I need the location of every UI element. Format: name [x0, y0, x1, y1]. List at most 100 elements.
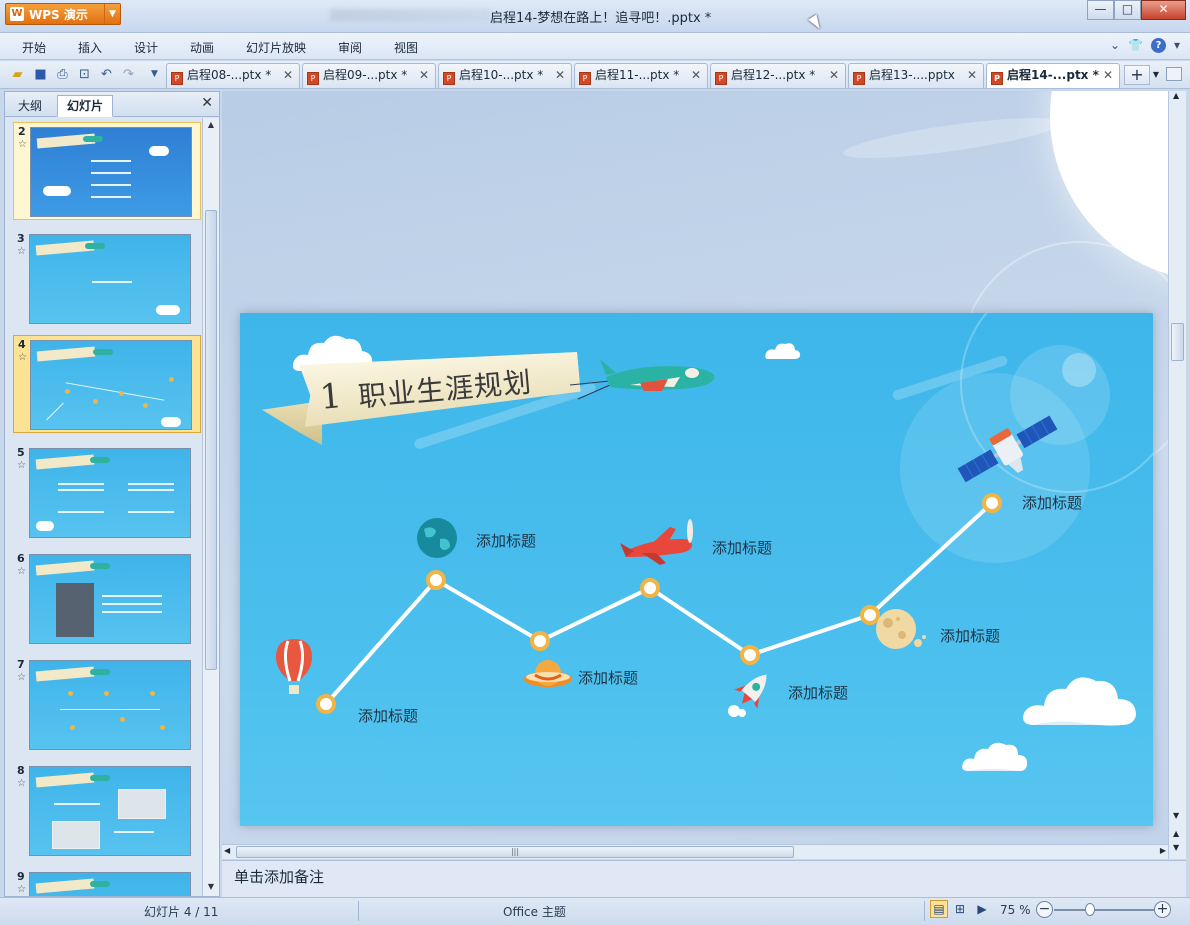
slide-sorter-icon[interactable]: ⊞: [951, 900, 969, 918]
next-slide-icon[interactable]: ▼: [1173, 843, 1179, 852]
slide-thumb-9[interactable]: 9 ☆: [13, 868, 201, 896]
waypoint-label-6[interactable]: 添加标题: [940, 625, 1000, 646]
career-route: [316, 493, 1002, 714]
scroll-left-icon[interactable]: ◀: [224, 846, 230, 855]
divider: [924, 901, 925, 921]
slide-thumb-3[interactable]: 3 ☆: [13, 230, 201, 328]
tab-close-icon[interactable]: ✕: [691, 64, 701, 86]
menu-view[interactable]: 视图: [394, 39, 418, 56]
light-streak: [841, 109, 1063, 167]
tab-close-icon[interactable]: ✕: [1103, 64, 1113, 86]
close-button[interactable]: ✕: [1141, 0, 1186, 20]
undo-icon[interactable]: ↶: [98, 66, 115, 83]
tab-list-icon[interactable]: [1166, 67, 1182, 81]
tab-08[interactable]: P 启程08-...ptx * ✕: [166, 63, 300, 88]
tab-12[interactable]: P 启程12-...ptx * ✕: [710, 63, 846, 88]
pptx-file-icon: P: [853, 72, 865, 85]
slide-thumb-8[interactable]: 8 ☆: [13, 762, 201, 860]
theme-name[interactable]: Office 主题: [503, 903, 566, 920]
open-folder-icon[interactable]: ▰: [9, 66, 26, 83]
zoom-level[interactable]: 75 %: [1000, 903, 1031, 917]
print-icon[interactable]: ⎙: [54, 66, 71, 83]
tab-close-icon[interactable]: ✕: [967, 64, 977, 86]
zoom-slider-knob[interactable]: [1085, 903, 1095, 916]
ribbon-collapse-icon[interactable]: ⌄: [1110, 38, 1120, 53]
divider: [358, 901, 359, 921]
customize-dropdown-icon[interactable]: ▼: [146, 66, 163, 83]
slide-counter: 幻灯片 4 / 11: [144, 905, 219, 919]
scroll-thumb[interactable]: [1171, 323, 1184, 361]
menu-insert[interactable]: 插入: [78, 39, 102, 56]
panel-close-icon[interactable]: ✕: [201, 95, 213, 111]
vertical-scrollbar[interactable]: ▲ ▼ ▲ ▼: [1168, 91, 1186, 859]
slide-thumb-5[interactable]: 5 ☆: [13, 444, 201, 542]
menu-slideshow[interactable]: 幻灯片放映: [246, 39, 306, 56]
slide-thumb-7[interactable]: 7 ☆: [13, 656, 201, 754]
app-menu-button[interactable]: W WPS 演示 ▼: [5, 3, 121, 25]
waypoint-label-1[interactable]: 添加标题: [358, 705, 418, 726]
scroll-thumb[interactable]: [205, 210, 217, 670]
tab-dropdown-icon[interactable]: ▼: [1150, 65, 1162, 85]
new-tab-button[interactable]: +: [1124, 65, 1150, 85]
tab-close-icon[interactable]: ✕: [419, 64, 429, 86]
tab-close-icon[interactable]: ✕: [283, 64, 293, 86]
scroll-down-icon[interactable]: ▼: [1173, 811, 1179, 820]
zoom-slider[interactable]: [1054, 909, 1154, 911]
waypoint-label-2[interactable]: 添加标题: [476, 530, 536, 551]
menu-home[interactable]: 开始: [22, 39, 46, 56]
animation-star-icon: ☆: [17, 460, 26, 471]
tab-14-active[interactable]: P 启程14-...ptx * ✕: [986, 63, 1120, 88]
pptx-file-icon: P: [307, 72, 319, 85]
slide-canvas[interactable]: 1 职业生涯规划 添加标题 添加标题 添加标题 添加标题 添加标题 添加标题 添…: [240, 313, 1153, 826]
menu-animation[interactable]: 动画: [190, 39, 214, 56]
help-icon[interactable]: ?: [1150, 38, 1166, 53]
thumbnails-scrollbar[interactable]: ▲ ▼: [202, 118, 219, 896]
waypoint-label-7[interactable]: 添加标题: [1022, 492, 1082, 513]
slide-editor: 1 职业生涯规划 添加标题 添加标题 添加标题 添加标题 添加标题 添加标题 添…: [222, 91, 1168, 844]
quick-access-toolbar: ▰ ■ ⎙ ⊡ ↶ ↷ ▼ P 启程08-...ptx * ✕ P 启程09-...…: [0, 61, 1190, 89]
tab-10[interactable]: P 启程10-...ptx * ✕: [438, 63, 572, 88]
scroll-up-icon[interactable]: ▲: [1173, 91, 1179, 100]
zoom-in-icon[interactable]: +: [1154, 901, 1171, 918]
tab-09[interactable]: P 启程09-...ptx * ✕: [302, 63, 436, 88]
scroll-right-icon[interactable]: ▶: [1160, 846, 1166, 855]
slides-panel: 大纲 幻灯片 ✕ 2 ☆ 3 ☆ 4 ☆ 5 ☆ 6 ☆ 7 ☆ 8 ☆ 9 ☆…: [4, 91, 220, 897]
menu-design[interactable]: 设计: [134, 39, 158, 56]
menu-bar: 开始 插入 设计 动画 幻灯片放映 审阅 视图 ⌄ 👕 ? ▾: [0, 33, 1190, 60]
animation-star-icon: ☆: [17, 778, 26, 789]
tab-13[interactable]: P 启程13-....pptx ✕: [848, 63, 984, 88]
tab-slides[interactable]: 幻灯片: [57, 95, 114, 117]
slideshow-play-icon[interactable]: ▶: [973, 900, 991, 918]
window-title: 启程14-梦想在路上！追寻吧！.pptx *: [490, 11, 712, 26]
scroll-down-icon[interactable]: ▼: [203, 880, 219, 894]
save-icon[interactable]: ■: [32, 66, 49, 83]
waypoint-label-3[interactable]: 添加标题: [578, 667, 638, 688]
waypoint-label-4[interactable]: 添加标题: [712, 537, 772, 558]
help-dropdown-icon[interactable]: ▾: [1174, 38, 1180, 53]
slide-thumb-2[interactable]: 2 ☆: [13, 122, 201, 220]
skin-shirt-icon[interactable]: 👕: [1128, 38, 1143, 53]
scroll-thumb[interactable]: |||: [236, 846, 794, 858]
minimize-button[interactable]: —: [1087, 0, 1114, 20]
blurred-region: [330, 9, 490, 21]
normal-view-icon[interactable]: ▤: [930, 900, 948, 918]
tab-outline[interactable]: 大纲: [8, 95, 52, 117]
mouse-cursor-icon: [808, 14, 824, 32]
tab-close-icon[interactable]: ✕: [829, 64, 839, 86]
slide-thumb-4[interactable]: 4 ☆: [13, 335, 201, 433]
tab-11[interactable]: P 启程11-...ptx * ✕: [574, 63, 708, 88]
notes-pane[interactable]: 单击添加备注: [222, 860, 1186, 897]
prev-slide-icon[interactable]: ▲: [1173, 829, 1179, 838]
maximize-button[interactable]: □: [1114, 0, 1141, 20]
redo-icon[interactable]: ↷: [120, 66, 137, 83]
notes-placeholder[interactable]: 单击添加备注: [234, 868, 324, 886]
horizontal-scrollbar[interactable]: ◀ ||| ▶: [222, 844, 1168, 859]
menu-review[interactable]: 审阅: [338, 39, 362, 56]
print-preview-icon[interactable]: ⊡: [76, 66, 93, 83]
tab-close-icon[interactable]: ✕: [555, 64, 565, 86]
globe-icon: [417, 518, 457, 558]
slide-thumb-6[interactable]: 6 ☆: [13, 550, 201, 648]
scroll-up-icon[interactable]: ▲: [203, 118, 219, 132]
zoom-out-icon[interactable]: −: [1036, 901, 1053, 918]
waypoint-label-5[interactable]: 添加标题: [788, 682, 848, 703]
